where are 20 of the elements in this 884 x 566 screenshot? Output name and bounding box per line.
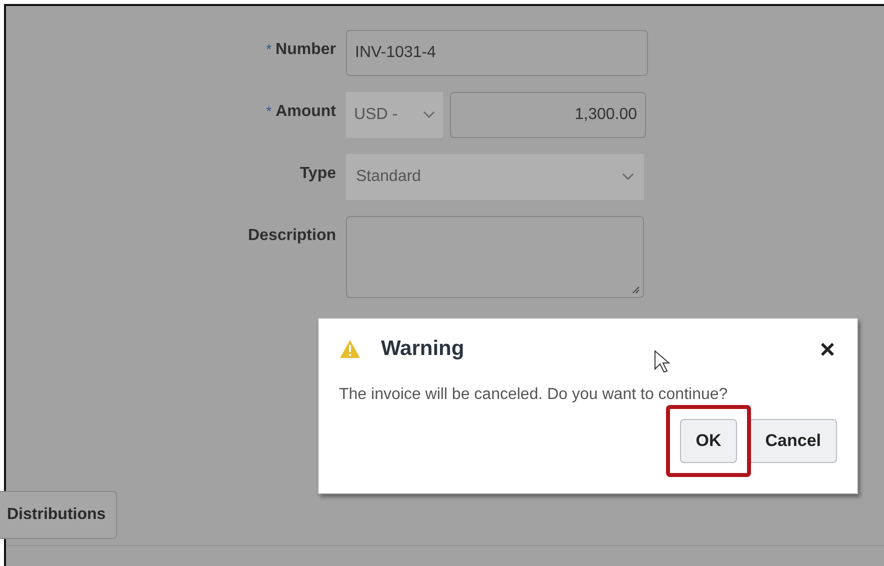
chevron-down-icon bbox=[423, 111, 435, 119]
required-mark: * bbox=[266, 42, 272, 56]
field-label: Amount bbox=[276, 104, 336, 120]
field-label: Number bbox=[276, 42, 336, 58]
dialog-button[interactable]: OK bbox=[680, 418, 738, 462]
dialog-message: The invoice will be canceled. Do you want to continue? bbox=[339, 384, 729, 404]
required-mark: * bbox=[266, 104, 272, 118]
field-label: Description bbox=[248, 228, 336, 244]
cursor-icon bbox=[654, 350, 670, 374]
description-field[interactable] bbox=[346, 216, 644, 298]
dialog-title: Warning bbox=[381, 336, 464, 362]
warning-icon bbox=[339, 338, 361, 359]
dialog-button[interactable]: Cancel bbox=[749, 418, 837, 462]
tab[interactable]: Distributions bbox=[0, 491, 117, 539]
chevron-down-icon bbox=[622, 173, 634, 181]
number-field[interactable]: INV-1031-4 bbox=[346, 30, 648, 76]
close-button[interactable]: × bbox=[818, 336, 837, 362]
amount-field[interactable]: 1,300.00 bbox=[450, 92, 646, 138]
field-label: Type bbox=[300, 166, 336, 182]
resize-handle-icon[interactable] bbox=[632, 286, 640, 294]
